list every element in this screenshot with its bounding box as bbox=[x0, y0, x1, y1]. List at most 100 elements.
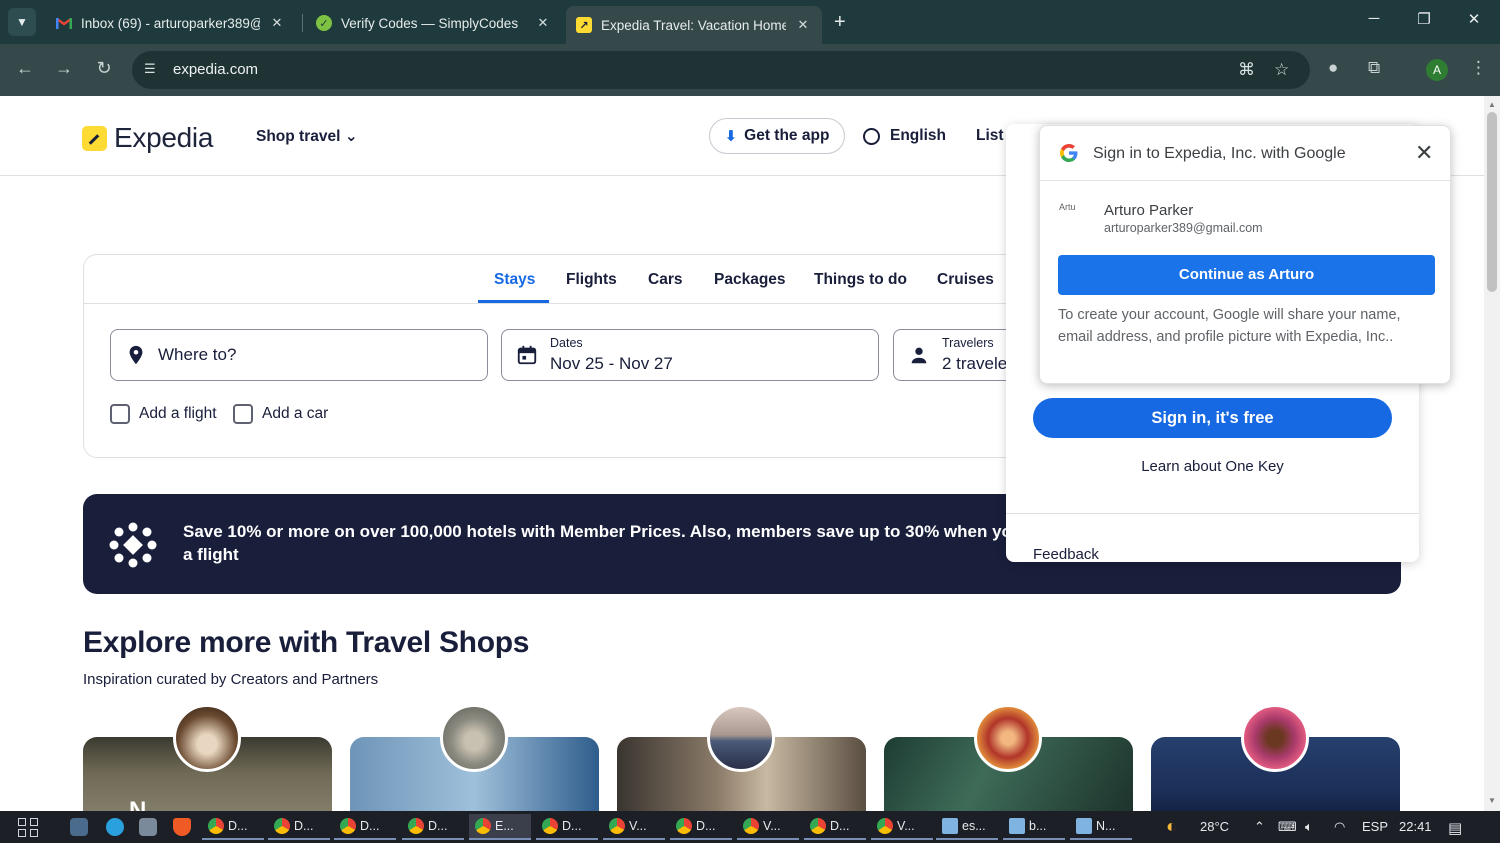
taskbar-app-button[interactable]: N... bbox=[1070, 814, 1132, 840]
extension-icon[interactable]: ● bbox=[1328, 58, 1338, 78]
reload-icon[interactable]: ↻ bbox=[92, 58, 116, 79]
expedia-logo[interactable]: Expedia bbox=[82, 122, 213, 154]
dates-value: Nov 25 - Nov 27 bbox=[550, 354, 673, 373]
chrome-icon bbox=[676, 818, 692, 834]
dates-field[interactable]: Dates Nov 25 - Nov 27 bbox=[501, 329, 879, 381]
url-text[interactable]: expedia.com bbox=[173, 61, 258, 78]
wifi-icon[interactable]: ◠ bbox=[1334, 819, 1345, 835]
feedback-link[interactable]: Feedback bbox=[1033, 546, 1099, 563]
tab-separator bbox=[302, 14, 303, 32]
creator-avatar[interactable] bbox=[440, 704, 508, 772]
scrollbar-thumb[interactable] bbox=[1487, 112, 1497, 292]
taskbar-app-label: N... bbox=[1096, 819, 1116, 833]
get-the-app-button[interactable]: ⬇ Get the app bbox=[709, 118, 845, 154]
clock[interactable]: 22:41 bbox=[1399, 819, 1432, 834]
browser-toolbar: ← → ↻ ☰ expedia.com ⌘ ☆ ● ⧉ A ⋮ bbox=[0, 44, 1500, 96]
close-tab-icon[interactable]: ✕ bbox=[268, 15, 286, 31]
tab-packages[interactable]: Packages bbox=[714, 271, 786, 289]
map-pin-icon bbox=[129, 345, 143, 365]
taskbar-app-button[interactable]: V... bbox=[737, 814, 799, 840]
scroll-up-arrow-icon[interactable]: ▲ bbox=[1488, 100, 1496, 109]
chrome-icon bbox=[274, 818, 290, 834]
browser-menu-icon[interactable]: ⋮ bbox=[1470, 58, 1487, 78]
tab-cars[interactable]: Cars bbox=[648, 271, 682, 289]
chrome-icon bbox=[408, 818, 424, 834]
taskbar-app-button[interactable]: E... bbox=[469, 814, 531, 840]
brave-icon[interactable] bbox=[173, 818, 191, 836]
address-bar[interactable]: ☰ expedia.com ⌘ ☆ bbox=[132, 51, 1310, 89]
taskbar-app-button[interactable]: D... bbox=[268, 814, 330, 840]
creator-avatar[interactable] bbox=[1241, 704, 1309, 772]
taskbar-app-button[interactable]: V... bbox=[871, 814, 933, 840]
page-scrollbar[interactable]: ▲ ▼ bbox=[1484, 96, 1500, 811]
translate-icon[interactable]: ⌘ bbox=[1238, 60, 1255, 80]
tab-stays[interactable]: Stays bbox=[494, 271, 535, 289]
telegram-icon[interactable] bbox=[106, 818, 124, 836]
card-title: N... bbox=[129, 797, 167, 811]
where-to-field[interactable]: Where to? bbox=[110, 329, 488, 381]
tab-flights[interactable]: Flights bbox=[566, 271, 617, 289]
temperature[interactable]: 28°C bbox=[1200, 819, 1229, 834]
taskbar-app-label: D... bbox=[360, 819, 380, 833]
creator-avatar[interactable] bbox=[173, 704, 241, 772]
tab-search-button[interactable]: ▼ bbox=[8, 8, 36, 36]
taskbar-app-button[interactable]: D... bbox=[402, 814, 464, 840]
explore-title: Explore more with Travel Shops bbox=[83, 626, 530, 659]
learn-one-key-link[interactable]: Learn about One Key bbox=[1006, 458, 1419, 475]
tab-cruises[interactable]: Cruises bbox=[937, 271, 994, 289]
notifications-icon[interactable]: ▤ bbox=[1448, 819, 1462, 837]
close-icon[interactable]: ✕ bbox=[1415, 140, 1433, 166]
taskbar-app-button[interactable]: D... bbox=[334, 814, 396, 840]
volume-icon[interactable]: 🔈︎ bbox=[1305, 819, 1313, 835]
explorer-icon[interactable] bbox=[139, 818, 157, 836]
taskbar-app-button[interactable]: es... bbox=[936, 814, 998, 840]
account-email: arturoparker389@gmail.com bbox=[1104, 221, 1263, 235]
taskbar-app-button[interactable]: V... bbox=[603, 814, 665, 840]
restore-icon[interactable]: ❐ bbox=[1414, 10, 1434, 28]
language-selector[interactable]: English bbox=[863, 127, 946, 145]
tab-simplycodes[interactable]: ✓ Verify Codes — SimplyCodes ✕ bbox=[306, 6, 562, 40]
weather-icon[interactable]: ◐ bbox=[1166, 816, 1177, 837]
site-settings-icon[interactable]: ☰ bbox=[144, 61, 160, 77]
tab-gmail[interactable]: Inbox (69) - arturoparker389@g ✕ bbox=[46, 6, 296, 40]
input-method-icon[interactable]: ⌨ bbox=[1278, 819, 1297, 835]
shop-travel-menu[interactable]: Shop travel ⌄ bbox=[256, 127, 358, 146]
close-tab-icon[interactable]: ✕ bbox=[794, 17, 812, 33]
tab-expedia[interactable]: ↗ Expedia Travel: Vacation Homes ✕ bbox=[566, 6, 822, 44]
close-tab-icon[interactable]: ✕ bbox=[534, 15, 552, 31]
taskbar-app-label: D... bbox=[294, 819, 314, 833]
weather-app-icon[interactable] bbox=[70, 818, 88, 836]
add-flight-label: Add a flight bbox=[139, 405, 217, 422]
taskbar-app-button[interactable]: D... bbox=[670, 814, 732, 840]
chrome-icon bbox=[609, 818, 625, 834]
taskbar-app-button[interactable]: b... bbox=[1003, 814, 1065, 840]
chrome-icon bbox=[743, 818, 759, 834]
taskbar-app-button[interactable]: D... bbox=[804, 814, 866, 840]
active-tab-indicator bbox=[478, 300, 549, 303]
creator-avatar[interactable] bbox=[974, 704, 1042, 772]
taskbar-app-button[interactable]: D... bbox=[536, 814, 598, 840]
continue-as-button[interactable]: Continue as Arturo bbox=[1058, 255, 1435, 295]
scroll-down-arrow-icon[interactable]: ▼ bbox=[1488, 796, 1496, 805]
forward-icon[interactable]: → bbox=[52, 58, 76, 79]
back-icon[interactable]: ← bbox=[13, 58, 37, 79]
window-close-icon[interactable]: ✕ bbox=[1464, 10, 1484, 28]
taskbar-app-button[interactable]: D... bbox=[202, 814, 264, 840]
add-car-label: Add a car bbox=[262, 405, 329, 422]
signin-button[interactable]: Sign in, it's free bbox=[1033, 398, 1392, 438]
chrome-icon bbox=[475, 818, 491, 834]
extensions-puzzle-icon[interactable]: ⧉ bbox=[1368, 58, 1380, 78]
profile-avatar[interactable]: A bbox=[1426, 59, 1448, 81]
language-indicator[interactable]: ESP bbox=[1362, 819, 1388, 834]
tray-chevron-icon[interactable]: ⌃ bbox=[1254, 819, 1265, 835]
notepad-icon bbox=[1076, 818, 1092, 834]
add-car-checkbox[interactable]: Add a car bbox=[233, 404, 328, 424]
new-tab-button[interactable]: + bbox=[834, 12, 846, 32]
globe-icon bbox=[863, 127, 880, 145]
start-button[interactable] bbox=[18, 818, 40, 838]
minimize-icon[interactable]: ─ bbox=[1364, 10, 1384, 27]
tab-things-to-do[interactable]: Things to do bbox=[814, 271, 907, 289]
creator-avatar[interactable] bbox=[707, 704, 775, 772]
bookmark-star-icon[interactable]: ☆ bbox=[1274, 60, 1289, 80]
add-flight-checkbox[interactable]: Add a flight bbox=[110, 404, 217, 424]
